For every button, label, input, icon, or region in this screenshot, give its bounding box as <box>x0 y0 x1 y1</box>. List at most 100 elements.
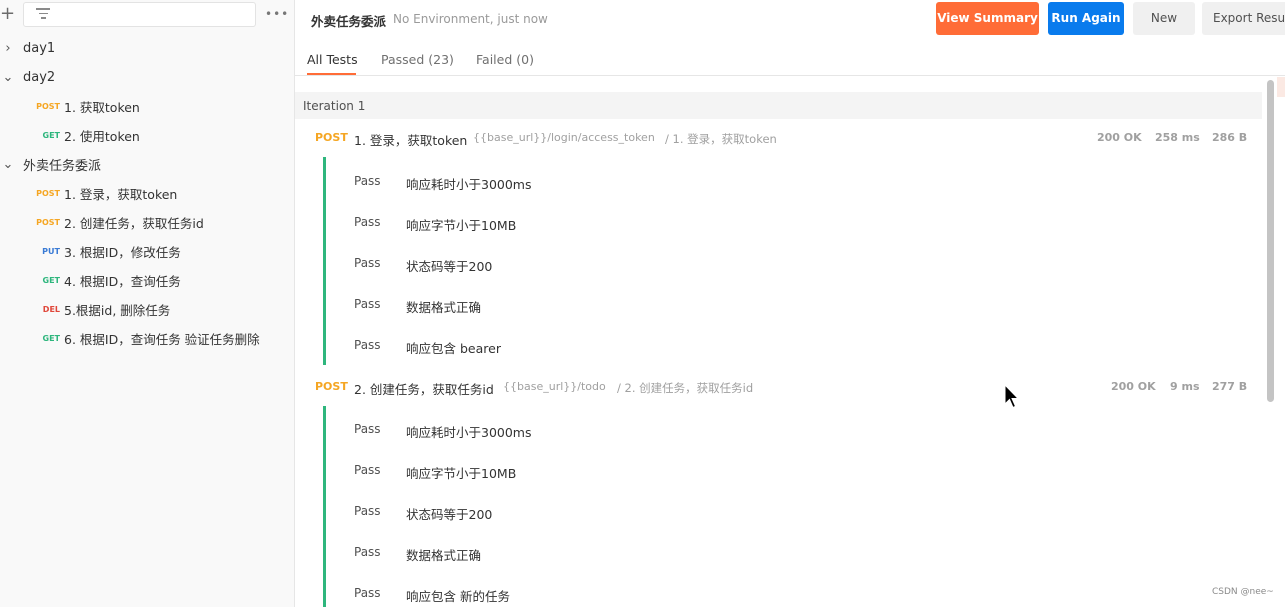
method-badge: GET <box>42 276 61 285</box>
chevron-down-icon[interactable]: ⌄ <box>2 157 14 172</box>
test-name: 响应耗时小于3000ms <box>406 425 532 440</box>
tab-failed[interactable]: Failed (0) <box>476 52 534 67</box>
run-again-button[interactable]: Run Again <box>1048 2 1124 35</box>
request-label: 2. 使用token <box>64 129 140 144</box>
new-collection-button[interactable]: + <box>0 3 15 25</box>
method-badge: POST <box>315 131 348 144</box>
response-size: 277 B <box>1212 380 1248 393</box>
folder-label: day2 <box>23 70 56 85</box>
test-result-row: Pass 响应字节小于10MB <box>295 461 1195 481</box>
test-status: Pass <box>354 586 381 600</box>
test-status: Pass <box>354 463 381 477</box>
test-result-row: Pass 状态码等于200 <box>295 502 1195 522</box>
test-status: Pass <box>354 504 381 518</box>
test-name: 响应字节小于10MB <box>406 218 517 233</box>
test-name: 数据格式正确 <box>406 548 482 563</box>
test-result-row: Pass 状态码等于200 <box>295 254 1195 274</box>
sidebar-folder-day1[interactable]: › day1 <box>0 34 294 63</box>
mouse-cursor-icon <box>1004 384 1020 409</box>
run-title: 外卖任务委派 <box>311 14 387 29</box>
test-name: 状态码等于200 <box>406 259 493 274</box>
response-time: 9 ms <box>1170 380 1200 393</box>
response-time: 258 ms <box>1155 131 1200 144</box>
request-label: 5.根据id, 删除任务 <box>64 303 171 318</box>
test-name: 响应包含 新的任务 <box>406 589 510 604</box>
method-badge: POST <box>315 380 348 393</box>
tab-all-tests[interactable]: All Tests <box>307 52 358 67</box>
test-status: Pass <box>354 545 381 559</box>
view-summary-button[interactable]: View Summary <box>936 2 1039 35</box>
sidebar-toolbar: + ••• <box>0 0 294 30</box>
panel-edge <box>1277 77 1285 97</box>
test-result-row: Pass 响应包含 bearer <box>295 336 1195 356</box>
collection-runner-window: + ••• › day1 ⌄ day2 POST 1. 获取token GET … <box>0 0 1285 607</box>
request-label: 2. 创建任务，获取任务id <box>64 216 204 231</box>
iteration-label: Iteration 1 <box>303 99 366 113</box>
results-list: Iteration 1 POST 1. 登录，获取token {{base_ur… <box>295 77 1285 607</box>
method-badge: POST <box>36 102 60 111</box>
test-name: 数据格式正确 <box>406 300 482 315</box>
test-result-row: Pass 响应字节小于10MB <box>295 213 1195 233</box>
test-result-row: Pass 数据格式正确 <box>295 295 1195 315</box>
status-code: 200 OK <box>1111 380 1156 393</box>
sidebar: + ••• › day1 ⌄ day2 POST 1. 获取token GET … <box>0 0 295 607</box>
request-label: 3. 根据ID，修改任务 <box>64 245 181 260</box>
test-status: Pass <box>354 256 381 270</box>
response-size: 286 B <box>1212 131 1248 144</box>
request-result-header[interactable]: POST 1. 登录，获取token {{base_url}}/login/ac… <box>295 123 1265 153</box>
filter-input[interactable] <box>23 2 256 27</box>
request-path: / 2. 创建任务，获取任务id <box>617 381 754 395</box>
test-name: 状态码等于200 <box>406 507 493 522</box>
chevron-right-icon[interactable]: › <box>2 41 14 56</box>
test-name: 响应包含 bearer <box>406 341 501 356</box>
filter-icon <box>36 8 50 20</box>
request-name: 1. 登录，获取token <box>354 133 468 148</box>
sidebar-folder-day2[interactable]: ⌄ day2 <box>0 63 294 92</box>
test-result-row: Pass 数据格式正确 <box>295 543 1195 563</box>
sidebar-folder-waimai[interactable]: ⌄ 外卖任务委派 <box>0 150 294 179</box>
results-tabs: All Tests Passed (23) Failed (0) <box>295 44 1285 76</box>
export-results-button[interactable]: Export Results <box>1202 2 1285 35</box>
tab-passed[interactable]: Passed (23) <box>381 52 454 67</box>
method-badge: POST <box>36 218 60 227</box>
sidebar-request[interactable]: DEL 5.根据id, 删除任务 <box>0 295 294 324</box>
test-result-row: Pass 响应包含 新的任务 <box>295 584 1195 604</box>
request-label: 1. 登录，获取token <box>64 187 178 202</box>
request-name: 2. 创建任务，获取任务id <box>354 382 494 397</box>
test-status: Pass <box>354 338 381 352</box>
test-name: 响应耗时小于3000ms <box>406 177 532 192</box>
folder-label: 外卖任务委派 <box>23 159 102 174</box>
sidebar-request[interactable]: PUT 3. 根据ID，修改任务 <box>0 237 294 266</box>
test-status: Pass <box>354 174 381 188</box>
method-badge: PUT <box>42 247 60 256</box>
active-tab-indicator <box>307 73 356 75</box>
sidebar-request[interactable]: GET 4. 根据ID，查询任务 <box>0 266 294 295</box>
request-label: 1. 获取token <box>64 100 140 115</box>
test-status: Pass <box>354 297 381 311</box>
folder-label: day1 <box>23 41 56 56</box>
run-results-panel: 外卖任务委派 No Environment, just now View Sum… <box>295 0 1285 607</box>
request-result-header[interactable]: POST 2. 创建任务，获取任务id {{base_url}}/todo / … <box>295 372 1265 402</box>
request-url: {{base_url}}/todo <box>503 380 606 393</box>
request-label: 6. 根据ID，查询任务 验证任务删除 <box>64 332 260 347</box>
chevron-down-icon[interactable]: ⌄ <box>2 70 14 85</box>
sidebar-request[interactable]: POST 1. 获取token <box>0 92 294 121</box>
test-status: Pass <box>354 422 381 436</box>
sidebar-request[interactable]: GET 6. 根据ID，查询任务 验证任务删除 <box>0 324 294 353</box>
test-status: Pass <box>354 215 381 229</box>
more-options-icon[interactable]: ••• <box>265 6 288 22</box>
request-url: {{base_url}}/login/access_token <box>473 131 655 144</box>
new-button[interactable]: New <box>1133 2 1195 35</box>
status-code: 200 OK <box>1097 131 1142 144</box>
run-meta: No Environment, just now <box>393 12 548 26</box>
request-path: / 1. 登录，获取token <box>665 132 777 146</box>
test-result-row: Pass 响应耗时小于3000ms <box>295 172 1195 192</box>
test-result-row: Pass 响应耗时小于3000ms <box>295 420 1195 440</box>
sidebar-request[interactable]: POST 1. 登录，获取token <box>0 179 294 208</box>
request-label: 4. 根据ID，查询任务 <box>64 274 181 289</box>
method-badge: POST <box>36 189 60 198</box>
sidebar-request[interactable]: GET 2. 使用token <box>0 121 294 150</box>
watermark: CSDN @nee~ <box>1212 587 1274 597</box>
sidebar-request[interactable]: POST 2. 创建任务，获取任务id <box>0 208 294 237</box>
scrollbar-thumb[interactable] <box>1267 80 1274 402</box>
